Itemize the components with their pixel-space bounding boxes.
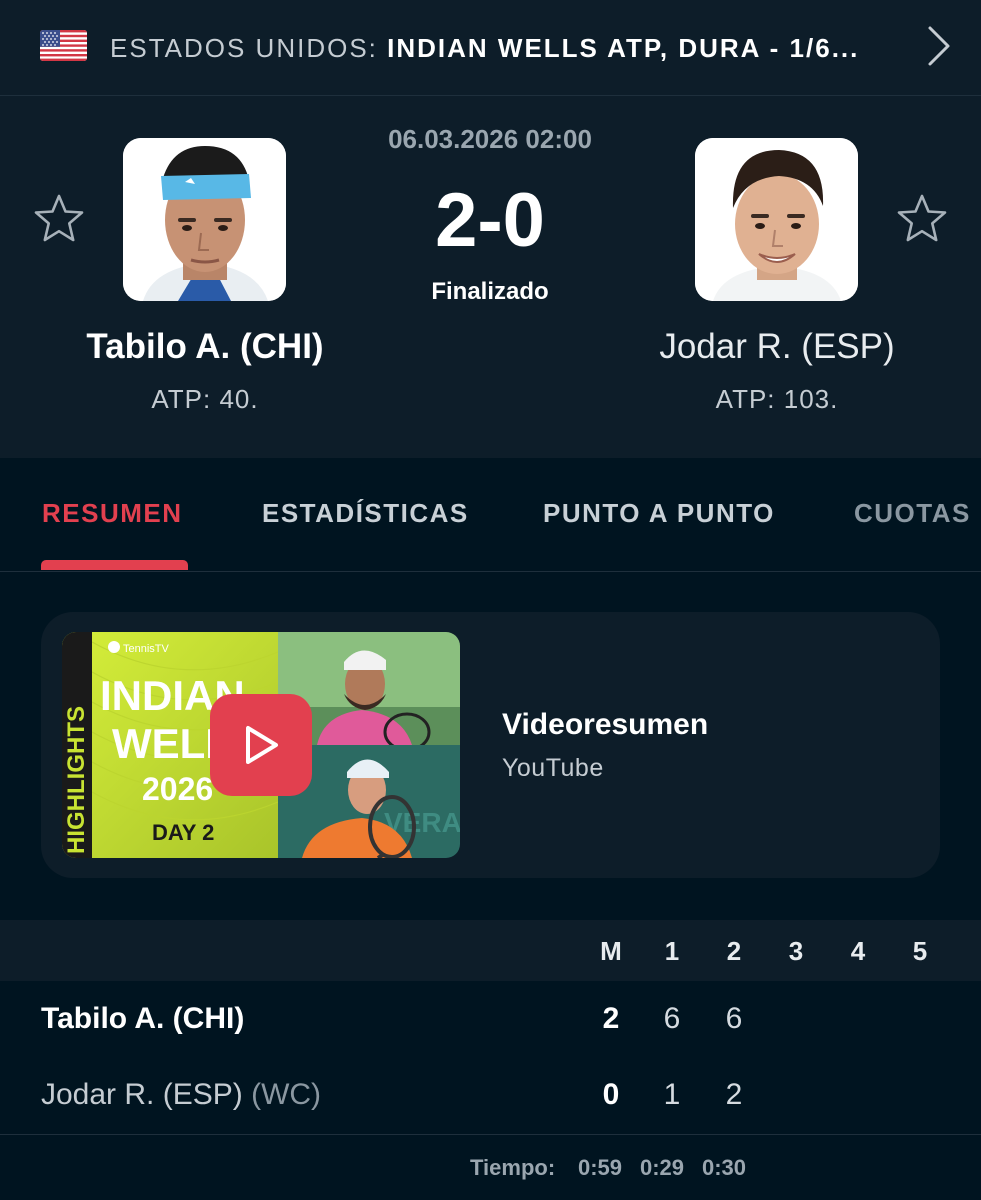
col-header-set4: 4: [850, 936, 866, 966]
player-away-photo[interactable]: [695, 138, 858, 301]
col-header-set5: 5: [912, 936, 928, 966]
chevron-right-icon[interactable]: [920, 22, 956, 70]
home-match-score: 2: [602, 1002, 620, 1035]
scoreboard-row-home-name: Tabilo A. (CHI): [41, 1002, 244, 1036]
match-status: Finalizado: [431, 278, 549, 305]
player-home-name[interactable]: Tabilo A. (CHI): [35, 326, 375, 368]
col-header-match: M: [600, 936, 622, 966]
thumb-year: 2026: [142, 771, 213, 807]
thumb-side-text: HIGHLIGHTS: [63, 706, 90, 854]
time-label: Tiempo:: [470, 1155, 556, 1180]
breadcrumb-country: ESTADOS UNIDOS:: [110, 33, 378, 63]
star-outline-icon[interactable]: [32, 192, 86, 246]
tab-punto-a-punto[interactable]: PUNTO A PUNTO: [543, 498, 775, 529]
play-button[interactable]: [210, 694, 312, 796]
match-score: 2-0: [435, 178, 545, 263]
wildcard-tag: (WC): [251, 1078, 322, 1111]
us-flag-icon: [40, 30, 87, 61]
thumb-day: DAY 2: [152, 820, 214, 845]
tab-estadisticas[interactable]: ESTADÍSTICAS: [262, 498, 469, 529]
video-thumbnail[interactable]: HIGHLIGHTS TennisTV INDIAN WELLS 2026 DA…: [62, 632, 460, 858]
divider: [0, 1134, 981, 1135]
time-total: 0:59: [577, 1155, 623, 1180]
breadcrumb-event: INDIAN WELLS ATP, DURA - 1/6...: [387, 33, 860, 63]
time-set2: 0:30: [701, 1155, 747, 1180]
player-home-photo[interactable]: [123, 138, 286, 301]
away-set1-score: 1: [663, 1078, 681, 1111]
away-match-score: 0: [602, 1078, 620, 1111]
time-set1: 0:29: [639, 1155, 685, 1180]
thumb-brand: TennisTV: [123, 643, 170, 655]
tab-cuotas[interactable]: CUOTAS: [854, 498, 971, 529]
player-away-name[interactable]: Jodar R. (ESP): [607, 326, 947, 368]
home-set2-score: 6: [725, 1002, 743, 1035]
player-away-rank: ATP: 103.: [715, 384, 839, 414]
video-title[interactable]: Videoresumen: [502, 708, 708, 742]
player-home-rank: ATP: 40.: [151, 384, 259, 414]
row-player-name: Tabilo A. (CHI): [41, 1002, 245, 1035]
scoreboard-header: [0, 920, 981, 981]
away-set2-score: 2: [725, 1078, 743, 1111]
star-outline-icon[interactable]: [895, 192, 949, 246]
match-datetime: 06.03.2026 02:00: [388, 124, 592, 154]
video-source: YouTube: [502, 754, 604, 782]
tennistv-logo-icon: [108, 641, 120, 653]
breadcrumb[interactable]: ESTADOS UNIDOS: INDIAN WELLS ATP, DURA -…: [110, 28, 910, 68]
col-header-set1: 1: [664, 936, 680, 966]
row-player-name: Jodar R. (ESP): [41, 1078, 243, 1111]
col-header-set2: 2: [726, 936, 742, 966]
active-tab-indicator: [41, 560, 188, 570]
scoreboard-row-away-name: Jodar R. (ESP) (WC): [41, 1078, 321, 1112]
tab-resumen[interactable]: RESUMEN: [42, 498, 183, 529]
col-header-set3: 3: [788, 936, 804, 966]
home-set1-score: 6: [663, 1002, 681, 1035]
